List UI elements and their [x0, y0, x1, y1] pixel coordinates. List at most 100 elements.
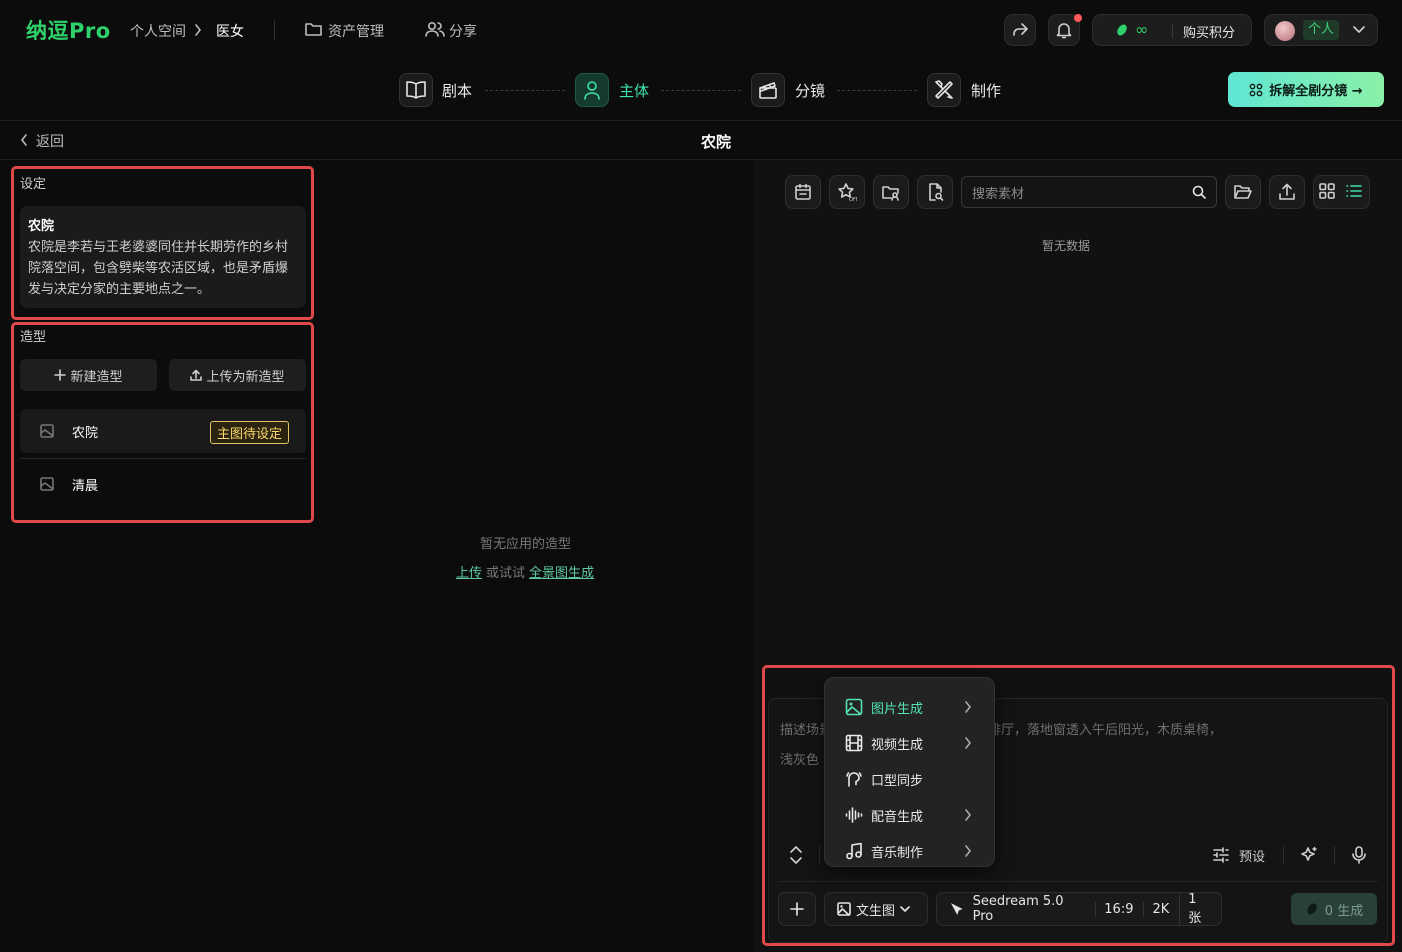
credits-widget[interactable]: ∞ 购买积分: [1092, 14, 1252, 46]
microphone-icon: [1352, 846, 1366, 864]
share-forward-button[interactable]: [1004, 14, 1036, 46]
plus-icon: [790, 902, 804, 916]
list-view-button[interactable]: [1345, 182, 1363, 200]
step-subject-icon[interactable]: [575, 73, 609, 107]
folder-user-icon: [882, 186, 899, 201]
mode-label: 文生图: [856, 903, 896, 919]
chevron-right-icon: [965, 701, 971, 713]
folder-open-icon: [1234, 185, 1252, 199]
user-menu-button[interactable]: 个人: [1264, 14, 1378, 46]
generate-button[interactable]: 0 生成: [1291, 893, 1377, 925]
generate-label: 0 生成: [1324, 903, 1364, 919]
breadcrumb-project[interactable]: 医女: [216, 21, 244, 41]
users-icon: [425, 20, 445, 38]
image-icon: [837, 902, 851, 916]
image-count: 1张: [1179, 892, 1209, 926]
upload-icon: [1279, 183, 1295, 200]
step-connector: [485, 90, 565, 91]
menu-item-lip-sync[interactable]: 口型同步: [825, 761, 996, 797]
calendar-icon: [795, 183, 811, 200]
step-subject-label[interactable]: 主体: [619, 80, 649, 101]
clapper-icon: [759, 82, 777, 99]
chevron-down-icon: [1353, 26, 1365, 34]
step-connector: [837, 90, 917, 91]
bean-icon: [1115, 23, 1129, 37]
add-button[interactable]: [778, 892, 816, 926]
file-search-button[interactable]: [917, 175, 953, 209]
folder-icon: [304, 20, 323, 38]
panorama-link[interactable]: 全景图生成: [529, 562, 594, 581]
brand-logo[interactable]: 纳逗Pro: [26, 15, 111, 45]
search-input[interactable]: 搜索素材: [961, 176, 1217, 208]
bean-icon: [1307, 903, 1317, 915]
mode-select[interactable]: 文生图: [824, 892, 928, 926]
generation-type-menu: 图片生成 视频生成 口型同步 配音生成 音乐制作: [824, 677, 995, 867]
chevron-right-icon: [965, 809, 971, 821]
calendar-filter-button[interactable]: [785, 175, 821, 209]
menu-item-video-generation[interactable]: 视频生成: [825, 725, 996, 761]
step-production-label[interactable]: 制作: [971, 80, 1001, 101]
new-look-label: 新建造型: [70, 369, 123, 385]
empty-actions: 上传 或试试 全景图生成: [456, 562, 594, 581]
nav-assets[interactable]: 资产管理: [328, 21, 384, 41]
setting-card-title: 农院: [28, 219, 55, 234]
status-badge: 主图待设定: [210, 421, 290, 444]
upload-button[interactable]: [1269, 175, 1305, 209]
divider: [274, 20, 275, 40]
decompose-storyboard-button[interactable]: 拆解全剧分镜 →: [1228, 72, 1384, 107]
favorites-filter-button[interactable]: OFF: [829, 175, 865, 209]
image-placeholder-icon: [40, 477, 54, 491]
new-look-button[interactable]: 新建造型: [20, 359, 157, 391]
expand-button[interactable]: [787, 845, 805, 865]
or-try-text: 或试试: [486, 566, 526, 581]
breadcrumb-space[interactable]: 个人空间: [130, 21, 186, 41]
upload-icon: [190, 369, 203, 381]
menu-item-voice-generation[interactable]: 配音生成: [825, 797, 996, 833]
looks-title: 造型: [20, 330, 47, 345]
menu-item-label: 音乐制作: [871, 845, 924, 861]
upload-look-button[interactable]: 上传为新造型: [169, 359, 306, 391]
step-connector: [661, 90, 741, 91]
divider: [1283, 846, 1284, 864]
open-folder-button[interactable]: [1225, 175, 1261, 209]
divider: [1172, 24, 1173, 38]
menu-item-label: 视频生成: [871, 737, 924, 753]
menu-item-image-generation[interactable]: 图片生成: [825, 689, 996, 725]
sparkle-button[interactable]: [1299, 845, 1319, 865]
grid-view-button[interactable]: [1318, 182, 1336, 200]
step-script-label[interactable]: 剧本: [442, 80, 472, 101]
upload-link[interactable]: 上传: [456, 562, 482, 581]
avatar: [1275, 21, 1295, 41]
folder-people-button[interactable]: [873, 175, 909, 209]
film-icon: [845, 734, 863, 752]
model-logo-icon: [950, 903, 963, 915]
back-button[interactable]: 返回: [36, 131, 64, 151]
step-production-icon[interactable]: [927, 73, 961, 107]
look-item[interactable]: 农院 主图待设定: [20, 409, 306, 453]
buy-credits-button[interactable]: 购买积分: [1183, 22, 1235, 41]
preset-button[interactable]: 预设: [1239, 846, 1265, 865]
step-storyboard-icon[interactable]: [751, 73, 785, 107]
plus-icon: [54, 369, 67, 381]
person-icon: [584, 81, 600, 100]
nav-share[interactable]: 分享: [449, 21, 477, 41]
page-title: 农院: [701, 133, 732, 151]
step-script-icon[interactable]: [399, 73, 433, 107]
model-settings[interactable]: Seedream 5.0 Pro 16:9 2K 1张: [936, 892, 1222, 926]
star-icon: OFF: [838, 183, 857, 202]
step-storyboard-label[interactable]: 分镜: [795, 80, 825, 101]
microphone-button[interactable]: [1350, 845, 1368, 865]
look-item[interactable]: 清晨: [20, 462, 306, 506]
setting-card[interactable]: 农院 农院是李若与王老婆婆同住并长期劳作的乡村院落空间，包含劈柴等农活区域，也是…: [20, 206, 306, 308]
menu-item-music[interactable]: 音乐制作: [825, 833, 996, 869]
book-icon: [406, 81, 426, 99]
menu-item-label: 图片生成: [871, 701, 924, 717]
notification-dot: [1074, 14, 1082, 22]
divider: [1334, 846, 1335, 864]
divider: [778, 881, 1378, 882]
menu-item-label: 口型同步: [871, 773, 924, 789]
resolution: 2K: [1143, 901, 1169, 917]
empty-looks-text: 暂无应用的造型: [480, 537, 572, 552]
breadcrumb-chevron-icon: [194, 24, 202, 36]
chevron-left-icon: [20, 134, 28, 146]
